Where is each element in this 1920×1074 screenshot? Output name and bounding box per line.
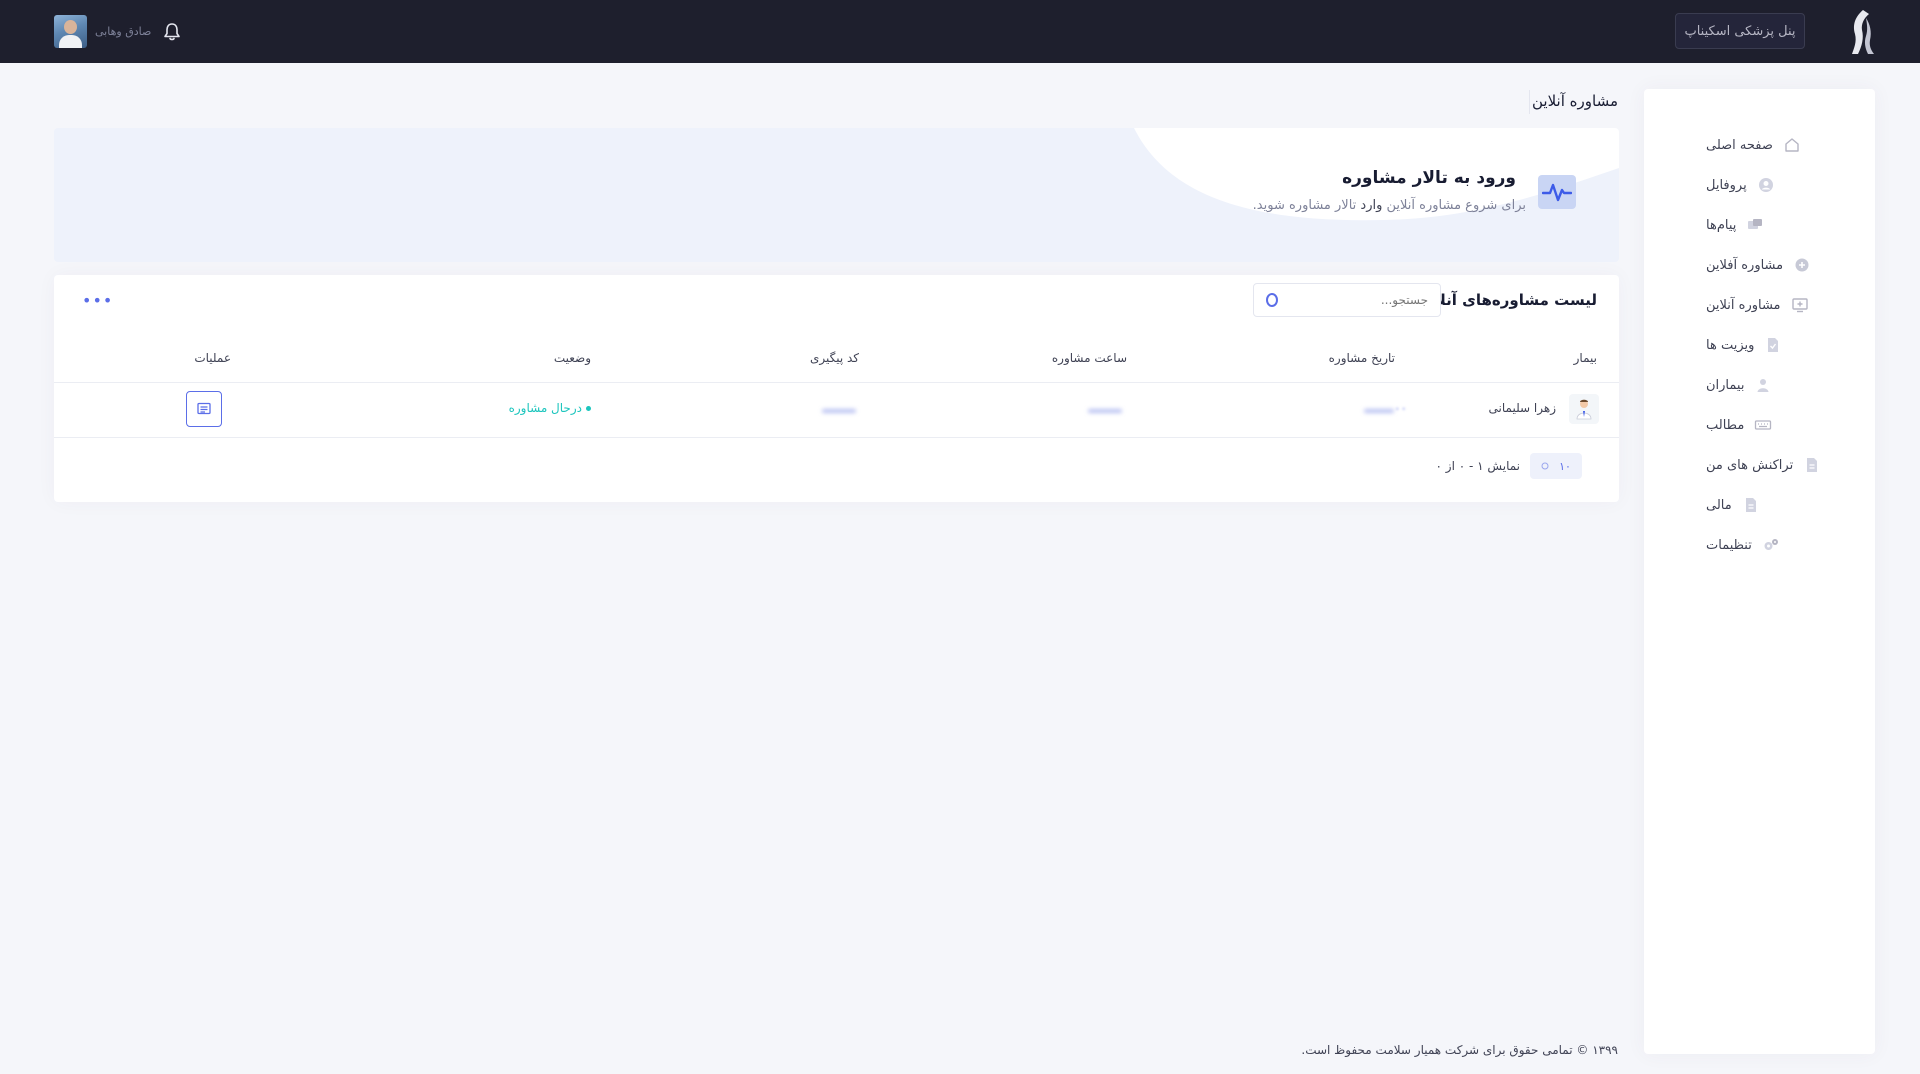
banner-subtitle: برای شروع مشاوره آنلاین وارد تالار مشاور… (1253, 198, 1526, 213)
status-text: درحال مشاوره (508, 401, 582, 415)
user-name: صادق وهابی (95, 25, 152, 38)
open-consult-button[interactable] (186, 391, 222, 427)
sidebar-item-label: صفحه اصلی (1706, 137, 1773, 153)
message-icon (197, 402, 211, 415)
file-icon (1742, 496, 1760, 514)
sidebar: صفحه اصلی پروفایل پیام‌ها مشاوره آفلاین … (1644, 89, 1875, 1054)
online-consult-list-card: لیست مشاوره‌های آنلاین ••• بیمار تاریخ م… (54, 275, 1619, 502)
patient-icon (1754, 376, 1772, 394)
home-icon (1783, 136, 1801, 154)
consult-time-blurred (1088, 409, 1122, 413)
sidebar-item-label: تراکنش های من (1706, 457, 1794, 473)
avatar (54, 15, 87, 48)
consult-hall-banner[interactable]: ورود به تالار مشاوره برای شروع مشاوره آن… (54, 128, 1619, 262)
sidebar-item-settings[interactable]: تنظیمات (1644, 525, 1875, 565)
search-icon[interactable] (1266, 293, 1278, 307)
messages-icon (1746, 216, 1764, 234)
banner-subtitle-end: تالار مشاوره شوید. (1252, 198, 1357, 213)
sidebar-item-online-consult[interactable]: مشاوره آنلاین (1644, 285, 1875, 325)
user-circle-icon (1757, 176, 1775, 194)
column-header-patient[interactable]: بیمار (1574, 351, 1597, 365)
footer-copyright: ۱۳۹۹ © تمامی حقوق برای شرکت همیار سلامت … (1301, 1043, 1618, 1057)
column-header-date[interactable]: تاریخ مشاوره (1329, 351, 1395, 365)
file-icon (1803, 456, 1821, 474)
sidebar-item-label: پروفایل (1706, 177, 1747, 193)
sidebar-item-offline-consult[interactable]: مشاوره آفلاین (1644, 245, 1875, 285)
title-divider (1529, 90, 1530, 114)
sidebar-item-articles[interactable]: مطالب (1644, 405, 1875, 445)
sidebar-item-label: بیماران (1706, 377, 1745, 393)
sidebar-item-messages[interactable]: پیام‌ها (1644, 205, 1875, 245)
bell-icon[interactable] (163, 22, 181, 42)
banner-subtitle-start: برای شروع مشاوره آنلاین (1386, 198, 1526, 213)
monitor-plus-icon (1791, 296, 1809, 314)
status-badge: درحال مشاوره (509, 401, 591, 415)
table-header: بیمار تاریخ مشاوره ساعت مشاوره کد پیگیری… (54, 341, 1619, 383)
sidebar-item-label: پیام‌ها (1706, 217, 1737, 233)
keyboard-icon (1754, 416, 1772, 434)
list-title: لیست مشاوره‌های آنلاین (1415, 291, 1597, 309)
column-header-actions: عملیات (194, 351, 231, 365)
pulse-icon (1538, 175, 1576, 209)
sidebar-item-label: ویزیت ها (1706, 337, 1755, 353)
consult-date-blurred: ۰۰ (1394, 401, 1407, 415)
page-title: مشاوره آنلاین (1532, 92, 1618, 110)
sidebar-item-transactions[interactable]: تراکنش های من (1644, 445, 1875, 485)
pagination: ۱۰ نمایش ۱ - ۰ از ۰ (1436, 453, 1582, 479)
per-page-value: ۱۰ (1559, 459, 1571, 473)
chevron-down-icon (1541, 462, 1549, 470)
more-options-icon[interactable]: ••• (82, 291, 113, 310)
sidebar-item-label: تنظیمات (1706, 537, 1752, 553)
doctor-avatar-icon (1569, 394, 1599, 424)
sidebar-item-profile[interactable]: پروفایل (1644, 165, 1875, 205)
sidebar-nav: صفحه اصلی پروفایل پیام‌ها مشاوره آفلاین … (1644, 89, 1875, 565)
gears-icon (1762, 536, 1780, 554)
sidebar-item-patients[interactable]: بیماران (1644, 365, 1875, 405)
banner-title: ورود به تالار مشاوره (1342, 168, 1516, 188)
table-row[interactable]: زهرا سلیمانی ۰۰ درحال مشاوره (54, 383, 1619, 438)
top-bar: پنل پزشکی اسکیناپ صادق وهابی (0, 0, 1920, 63)
column-header-time[interactable]: ساعت مشاوره (1052, 351, 1127, 365)
doctor-panel-button[interactable]: پنل پزشکی اسکیناپ (1675, 13, 1805, 49)
pagination-info: نمایش ۱ - ۰ از ۰ (1435, 459, 1520, 473)
logo-icon[interactable] (1846, 8, 1880, 56)
banner-wave-decoration (1134, 128, 1619, 221)
sidebar-item-home[interactable]: صفحه اصلی (1644, 125, 1875, 165)
search-input[interactable] (1278, 293, 1428, 307)
sidebar-item-label: مالی (1706, 497, 1732, 513)
user-menu[interactable]: صادق وهابی (54, 15, 151, 48)
column-header-tracking-code[interactable]: کد پیگیری (810, 351, 859, 365)
tracking-code-blurred (822, 409, 856, 413)
column-header-status[interactable]: وضعیت (554, 351, 591, 365)
consult-date-blurred (1364, 409, 1394, 413)
document-check-icon (1764, 336, 1782, 354)
sidebar-item-finance[interactable]: مالی (1644, 485, 1875, 525)
sidebar-item-visits[interactable]: ویزیت ها (1644, 325, 1875, 365)
sidebar-item-label: مشاوره آفلاین (1706, 257, 1784, 273)
banner-subtitle-bold: وارد (1360, 198, 1383, 213)
search-box (1253, 283, 1441, 317)
patient-name[interactable]: زهرا سلیمانی (1489, 401, 1556, 415)
per-page-select[interactable]: ۱۰ (1530, 453, 1582, 479)
status-dot-icon (586, 406, 591, 411)
chat-plus-icon (1793, 256, 1811, 274)
sidebar-item-label: مشاوره آنلاین (1706, 297, 1781, 313)
sidebar-item-label: مطالب (1706, 417, 1745, 433)
